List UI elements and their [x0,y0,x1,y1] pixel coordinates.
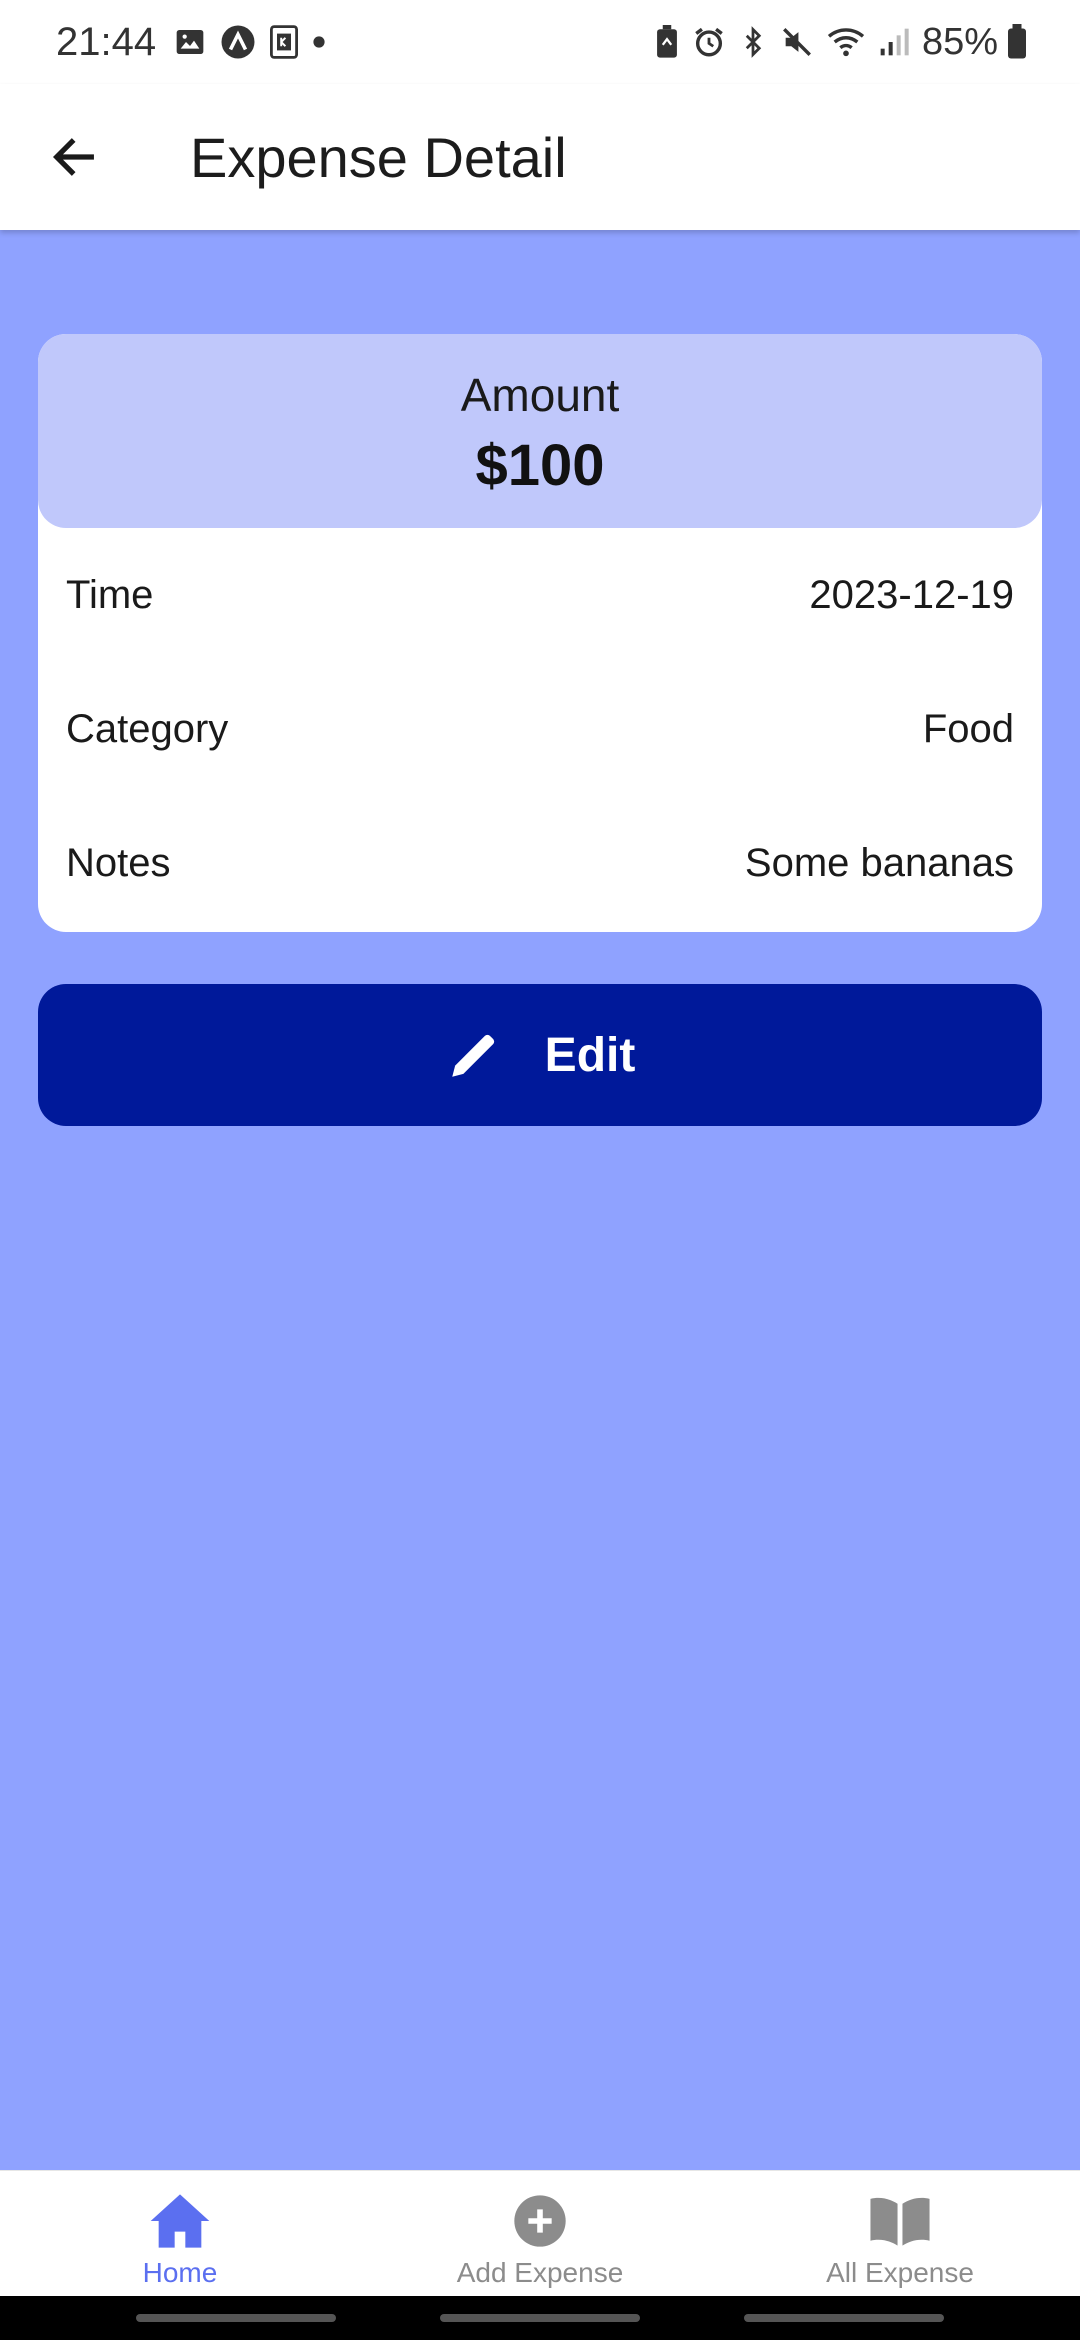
detail-row-category: Category Food [38,662,1042,796]
bottom-navigation: Home Add Expense All Expense [0,2170,1080,2297]
app-k-icon [270,25,299,59]
amount-value: $100 [475,432,605,498]
dot-icon [312,35,326,49]
arrow-left-icon [52,138,94,176]
detail-row-value: Food [922,706,1014,751]
gesture-pill[interactable] [744,2314,944,2322]
pencil-icon [451,1034,494,1077]
app-bar: Expense Detail [0,84,1080,230]
nav-label: Home [142,2257,218,2288]
page-title: Expense Detail [190,125,567,189]
bluetooth-icon [738,25,768,59]
detail-row-value: 2023-12-19 [809,572,1014,617]
expense-detail-card: Amount $100 Time 2023-12-19 Category Foo… [38,334,1042,932]
mute-icon [780,25,814,59]
nav-item-add-expense[interactable]: Add Expense [360,2171,720,2297]
gallery-icon [174,26,206,58]
status-left: 21:44 [56,20,340,65]
edit-button-label: Edit [544,1028,636,1082]
detail-row-time: Time 2023-12-19 [38,528,1042,662]
battery-percentage: 85% [921,20,998,63]
status-right: 85% [654,21,1040,64]
amount-header: Amount $100 [38,334,1042,528]
gesture-pill[interactable] [440,2314,640,2322]
detail-row-label: Time [66,572,154,617]
book-icon [870,2197,930,2246]
home-icon [150,2194,210,2248]
back-button[interactable] [24,107,124,207]
nav-label: Add Expense [456,2257,624,2288]
edit-button[interactable]: Edit [38,984,1042,1126]
wifi-icon [826,25,866,59]
nav-item-all-expense[interactable]: All Expense [720,2171,1080,2297]
battery-icon [1006,24,1028,60]
nav-item-home[interactable]: Home [0,2171,360,2297]
amount-label: Amount [460,368,620,421]
alarm-icon [692,25,726,59]
detail-row-label: Category [66,706,229,751]
status-time: 21:44 [56,19,157,64]
nav-label: All Expense [826,2257,974,2288]
detail-row-notes: Notes Some bananas [38,796,1042,930]
detail-row-label: Notes [66,840,171,885]
detail-row-value: Some bananas [744,840,1014,885]
app-a-icon [220,24,256,60]
add-circle-icon [514,2195,566,2247]
gesture-pill[interactable] [136,2314,336,2322]
status-bar: 21:44 85% [0,0,1080,84]
signal-icon [878,26,910,58]
battery-saver-icon [654,25,680,59]
system-gesture-bar [0,2296,1080,2340]
